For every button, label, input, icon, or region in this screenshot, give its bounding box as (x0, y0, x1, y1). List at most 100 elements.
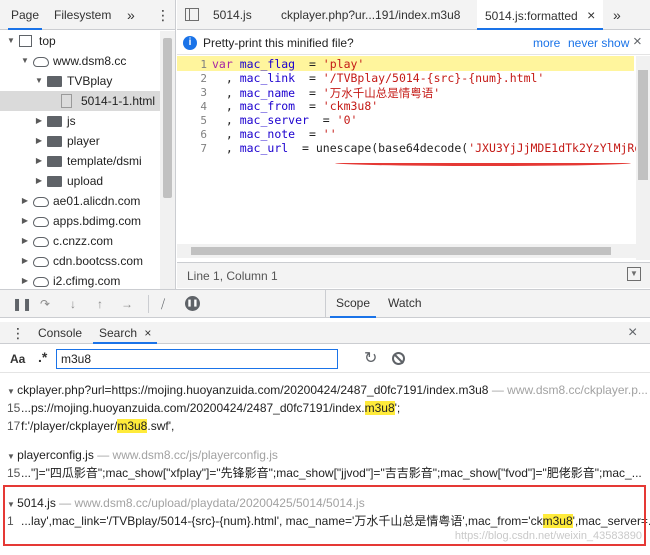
code-line: , mac_note = '' (212, 127, 337, 141)
search-match-row[interactable]: 15...ps://mojing.huoyanzuida.com/2020042… (7, 399, 400, 417)
editor-vertical-scrollbar-thumb[interactable] (638, 70, 648, 180)
step-into-icon[interactable]: ↓ (66, 297, 80, 311)
code-token: , (212, 71, 240, 85)
tab-ckplayer[interactable]: ckplayer.php?ur...191/index.m3u8 (281, 0, 460, 30)
code-token: 'JXU3YjJjMDE1dTk2YzYlMjRodHR (468, 141, 650, 155)
format-toggle-icon[interactable]: ▼ (627, 267, 641, 281)
infobar-never-show-link[interactable]: never show (568, 36, 629, 50)
code-line: var mac_flag = 'play' (212, 57, 364, 71)
collapsed-arrow-icon[interactable]: ▶ (20, 211, 30, 231)
expanded-arrow-icon[interactable]: ▼ (7, 387, 17, 396)
collapsed-arrow-icon[interactable]: ▶ (34, 151, 44, 171)
collapsed-arrow-icon[interactable]: ▶ (34, 131, 44, 151)
tree-item[interactable]: ▶ apps.bdimg.com (0, 211, 160, 231)
collapsed-arrow-icon[interactable]: ▶ (34, 171, 44, 191)
pause-on-exceptions-icon[interactable]: ❚❚ (185, 296, 200, 311)
code-token: mac_flag (239, 57, 296, 71)
code-editor[interactable]: 1 var mac_flag = 'play' 2 , mac_link = '/T… (177, 56, 650, 260)
collapsed-arrow-icon[interactable]: ▶ (20, 231, 30, 251)
tab-page[interactable]: Page (8, 0, 43, 30)
infobar-more-link[interactable]: more (533, 36, 560, 50)
code-token: mac_server (239, 113, 309, 127)
tree-item[interactable]: ▼ www.dsm8.cc (0, 51, 160, 71)
step-icon[interactable]: → (120, 297, 134, 311)
collapsed-arrow-icon[interactable]: ▶ (20, 251, 30, 271)
tab-watch[interactable]: Watch (388, 290, 422, 318)
tab-console[interactable]: Console (38, 322, 82, 344)
cloud-icon (33, 57, 49, 67)
navigator-menu-button[interactable]: ⋮ (156, 0, 170, 30)
tree-item[interactable]: ▶ cdn.bootcss.com (0, 251, 160, 271)
match-text: ..."]="四瓜影音";mac_show["xfplay"]="先锋影音";m… (21, 466, 642, 480)
tree-item[interactable]: 5014-1-1.html (0, 91, 160, 111)
code-line: , mac_link = '/TVBplay/5014-{src}-{num}.… (212, 71, 545, 85)
expanded-arrow-icon[interactable]: ▼ (20, 51, 30, 71)
tree-item[interactable]: ▶ c.cnzz.com (0, 231, 160, 251)
tree-item[interactable]: ▼ top (0, 31, 160, 51)
toolbar-divider (148, 295, 149, 313)
search-result-file[interactable]: ▼ playerconfig.js — www.dsm8.cc/js/playe… (7, 446, 278, 464)
search-match-row[interactable]: 15..."]="四瓜影音";mac_show["xfplay"]="先锋影音"… (7, 464, 642, 482)
code-token: = (295, 99, 323, 113)
search-input[interactable] (56, 349, 338, 369)
tree-item[interactable]: ▶ template/dsmi (0, 151, 160, 171)
clear-icon[interactable] (392, 352, 405, 365)
cloud-icon (33, 197, 49, 207)
tree-item[interactable]: ▶ ae01.alicdn.com (0, 191, 160, 211)
tree-item[interactable]: ▶ player (0, 131, 160, 151)
drawer-menu-button[interactable]: ⋮ (11, 322, 25, 344)
match-highlight: m3u8 (364, 401, 395, 415)
pause-icon[interactable]: ❚❚ (12, 297, 32, 311)
search-result-file[interactable]: ▼ ckplayer.php?url=https://mojing.huoyan… (7, 381, 648, 399)
expanded-arrow-icon[interactable]: ▼ (34, 71, 44, 91)
regex-toggle[interactable]: .* (38, 349, 47, 365)
tree-item[interactable]: ▶ js (0, 111, 160, 131)
step-out-icon[interactable]: ↑ (93, 297, 107, 311)
tab-5014-js[interactable]: 5014.js (213, 0, 252, 30)
code-token: var (212, 57, 240, 71)
match-case-toggle[interactable]: Aa (10, 352, 25, 366)
code-token: '/TVBplay/5014-{src}-{num}.html' (322, 71, 545, 85)
tree-item[interactable]: ▶ i2.cfimg.com (0, 271, 160, 289)
line-number: 2 (200, 72, 207, 85)
expanded-arrow-icon[interactable]: ▼ (7, 452, 17, 461)
tab-5014-js-formatted-label: 5014.js:formatted (485, 9, 578, 23)
tab-5014-js-formatted[interactable]: 5014.js:formatted × (477, 0, 603, 30)
collapsed-arrow-icon[interactable]: ▶ (20, 191, 30, 211)
refresh-icon[interactable]: ↻ (364, 348, 377, 368)
deactivate-breakpoints-icon[interactable]: ⧸ (156, 297, 170, 311)
infobar-close-icon[interactable]: × (633, 33, 642, 50)
close-tab-icon[interactable]: × (587, 7, 595, 23)
step-over-icon[interactable]: ↷ (38, 297, 52, 311)
line-number: 4 (200, 100, 207, 113)
line-number: 7 (200, 142, 207, 155)
close-drawer-icon[interactable]: × (628, 322, 637, 344)
tree-item-label: player (67, 134, 100, 148)
navigator-scrollbar-thumb[interactable] (163, 38, 172, 198)
expanded-arrow-icon[interactable]: ▼ (6, 31, 16, 51)
folder-icon (47, 136, 62, 147)
tab-search[interactable]: Search × (93, 322, 158, 344)
code-token: , (212, 141, 240, 155)
tree-item[interactable]: ▶ upload (0, 171, 160, 191)
tree-item-label: 5014-1-1.html (81, 94, 156, 108)
more-tabs-button[interactable]: » (127, 0, 135, 30)
square-frame-icon (19, 35, 32, 47)
code-token: '万水千山总是情粤语' (322, 86, 441, 100)
collapsed-arrow-icon[interactable]: ▶ (34, 111, 44, 131)
collapsed-arrow-icon[interactable]: ▶ (20, 271, 30, 289)
cloud-icon (33, 257, 49, 267)
code-line: , mac_url = unescape(base64decode('JXU3Y… (212, 141, 650, 155)
tree-item-label: js (67, 114, 76, 128)
more-editor-tabs-button[interactable]: » (613, 0, 621, 30)
tree-item[interactable]: ▼ TVBplay (0, 71, 160, 91)
toggle-navigator-icon[interactable] (185, 8, 199, 21)
code-token: mac_url (239, 141, 289, 155)
tab-filesystem[interactable]: Filesystem (54, 0, 111, 30)
tree-item-label: cdn.bootcss.com (53, 254, 144, 268)
search-match-row[interactable]: 17f:'/player/ckplayer/m3u8.swf', (7, 417, 174, 435)
result-file-path: — www.dsm8.cc/ckplayer.p... (488, 383, 648, 397)
editor-horizontal-scrollbar-thumb[interactable] (191, 247, 611, 255)
close-search-tab-icon[interactable]: × (144, 326, 151, 340)
tab-scope[interactable]: Scope (330, 290, 377, 318)
